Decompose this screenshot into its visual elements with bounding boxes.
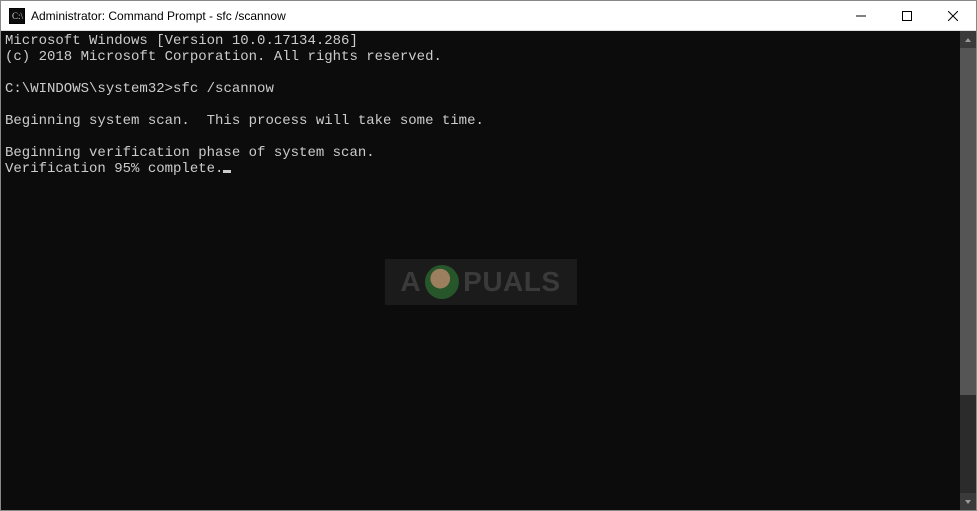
console-line: Verification 95% complete.	[5, 161, 223, 177]
console-line: Beginning system scan. This process will…	[5, 113, 484, 129]
watermark-letter: A	[400, 274, 421, 290]
watermark-logo-icon	[425, 265, 459, 299]
console-command: sfc /scannow	[173, 81, 274, 97]
command-prompt-window: C:\ Administrator: Command Prompt - sfc …	[0, 0, 977, 511]
close-button[interactable]	[930, 1, 976, 30]
minimize-button[interactable]	[838, 1, 884, 30]
console-line: Beginning verification phase of system s…	[5, 145, 375, 161]
svg-text:C:\: C:\	[12, 11, 24, 21]
window-title: Administrator: Command Prompt - sfc /sca…	[31, 9, 838, 23]
cmd-icon: C:\	[9, 8, 25, 24]
text-cursor	[223, 170, 231, 173]
title-bar: C:\ Administrator: Command Prompt - sfc …	[1, 1, 976, 31]
scroll-down-button[interactable]	[960, 493, 976, 510]
console-prompt: C:\WINDOWS\system32>	[5, 81, 173, 97]
console-output[interactable]: Microsoft Windows [Version 10.0.17134.28…	[1, 31, 960, 510]
watermark-text: PUALS	[463, 274, 560, 290]
scroll-up-button[interactable]	[960, 31, 976, 48]
console-area: Microsoft Windows [Version 10.0.17134.28…	[1, 31, 976, 510]
maximize-button[interactable]	[884, 1, 930, 30]
watermark: A PUALS	[384, 259, 576, 305]
window-controls	[838, 1, 976, 30]
console-line: Microsoft Windows [Version 10.0.17134.28…	[5, 33, 358, 49]
scroll-thumb[interactable]	[960, 48, 976, 395]
vertical-scrollbar[interactable]	[960, 31, 976, 510]
console-line: (c) 2018 Microsoft Corporation. All righ…	[5, 49, 442, 65]
scroll-track[interactable]	[960, 48, 976, 493]
